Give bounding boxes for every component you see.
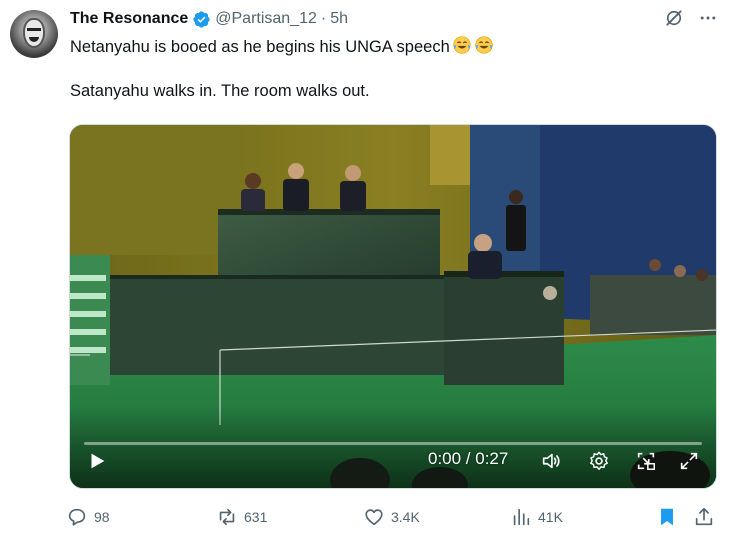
avatar-face (23, 18, 45, 48)
share-icon (695, 507, 713, 526)
action-bar: 98 631 3.4K 41K (66, 503, 721, 531)
tweet-text: Netanyahu is booed as he begins his UNGA… (70, 35, 710, 102)
fullscreen-icon[interactable] (678, 450, 700, 472)
verified-badge-icon (193, 10, 210, 28)
grok-icon[interactable] (664, 8, 684, 28)
tweet-line-1: Netanyahu is booed as he begins his UNGA… (70, 35, 710, 58)
avatar[interactable] (10, 10, 58, 58)
settings-icon[interactable] (588, 450, 610, 472)
bookmark-button[interactable] (656, 503, 678, 531)
reply-button[interactable]: 98 (66, 503, 110, 531)
video-player[interactable]: 0:00 / 0:27 (69, 124, 717, 489)
face-with-tears-of-joy-icon (453, 36, 471, 54)
author-name[interactable]: The Resonance (70, 10, 188, 28)
reply-count: 98 (94, 509, 110, 525)
tweet-line-1-text: Netanyahu is booed as he begins his UNGA… (70, 38, 450, 56)
bookmark-icon (661, 508, 673, 526)
like-count: 3.4K (391, 509, 420, 525)
avatar-eyes (27, 28, 41, 32)
repost-count: 631 (244, 509, 268, 525)
video-timecode: 0:00 / 0:27 (428, 449, 509, 468)
views-button[interactable]: 41K (510, 503, 563, 531)
repost-button[interactable]: 631 (216, 503, 267, 531)
share-button[interactable] (693, 503, 715, 531)
volume-icon[interactable] (540, 450, 562, 472)
pip-icon[interactable] (635, 450, 657, 472)
timestamp[interactable]: 5h (330, 10, 348, 28)
top-icons (664, 8, 718, 28)
like-button[interactable]: 3.4K (363, 503, 420, 531)
separator-dot: · (320, 10, 327, 27)
video-controls: 0:00 / 0:27 (70, 418, 716, 488)
reply-icon (68, 508, 86, 526)
tweet-header: The Resonance @Partisan_12 · 5h (70, 9, 348, 29)
more-icon[interactable] (698, 8, 718, 28)
repost-icon (219, 508, 235, 526)
views-count: 41K (538, 509, 563, 525)
face-with-tears-of-joy-icon (475, 36, 493, 54)
play-icon[interactable] (86, 450, 108, 472)
like-icon (365, 509, 383, 526)
author-handle[interactable]: @Partisan_12 (215, 10, 317, 28)
views-icon (513, 508, 530, 526)
progress-bar[interactable] (84, 442, 702, 445)
tweet-line-2: Satanyahu walks in. The room walks out. (70, 82, 370, 100)
